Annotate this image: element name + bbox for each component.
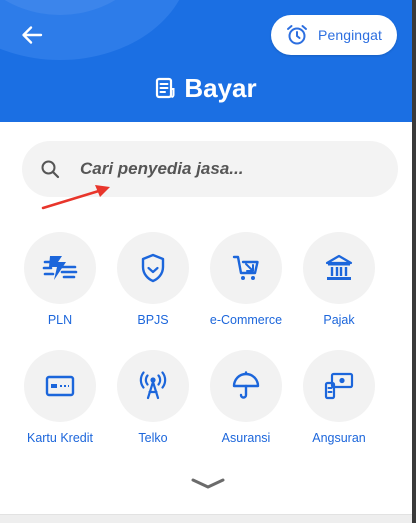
window-edge — [412, 0, 416, 523]
category-row: Kartu Kredit Telko Asuransi Angsuran — [22, 350, 394, 460]
broadcast-tower-icon — [139, 371, 167, 400]
alarm-clock-icon — [287, 25, 307, 45]
shield-icon — [141, 253, 165, 283]
icon-circle — [24, 350, 96, 422]
category-label: Angsuran — [312, 431, 366, 445]
title-group: Bayar — [0, 70, 412, 106]
category-label: Asuransi — [221, 431, 271, 445]
umbrella-icon — [232, 371, 260, 399]
red-arrow-icon — [41, 185, 110, 210]
reminder-button[interactable]: Pengingat — [271, 15, 397, 55]
icon-circle — [117, 350, 189, 422]
icon-circle — [210, 350, 282, 422]
category-angsuran[interactable]: Angsuran — [291, 350, 387, 445]
arrow-left-icon — [22, 26, 43, 44]
icon-circle — [117, 232, 189, 304]
search-placeholder: Cari penyedia jasa... — [80, 159, 244, 178]
category-asuransi[interactable]: Asuransi — [198, 350, 294, 445]
search-icon — [41, 160, 60, 179]
expand-button[interactable] — [188, 474, 228, 494]
back-button[interactable] — [14, 20, 50, 50]
next-section-edge — [0, 514, 412, 523]
government-building-icon — [325, 254, 353, 280]
icon-circle — [303, 350, 375, 422]
category-kartu-kredit[interactable]: Kartu Kredit — [12, 350, 108, 445]
payment-screen: Pengingat Bayar Cari penyedia jasa... PL… — [0, 0, 416, 523]
category-ecommerce[interactable]: e-Commerce — [198, 232, 294, 327]
category-row: PLN BPJS e-Commerce Pajak — [22, 232, 394, 342]
category-label: PLN — [47, 313, 73, 327]
page-title: Bayar — [184, 72, 257, 103]
electricity-icon — [42, 256, 78, 280]
shopping-cart-icon — [232, 255, 259, 280]
category-label: BPJS — [137, 313, 169, 327]
reminder-label: Pengingat — [318, 27, 382, 43]
icon-circle — [210, 232, 282, 304]
receipt-icon — [156, 77, 175, 99]
credit-card-icon — [45, 375, 75, 397]
category-label: e-Commerce — [209, 313, 283, 327]
category-label: Telko — [138, 431, 168, 445]
icon-circle — [24, 232, 96, 304]
category-pln[interactable]: PLN — [12, 232, 108, 327]
category-label: Kartu Kredit — [26, 431, 93, 445]
category-label: Pajak — [323, 313, 355, 327]
installment-icon — [324, 372, 354, 400]
chevron-down-icon — [191, 478, 225, 489]
category-bpjs[interactable]: BPJS — [105, 232, 201, 327]
header: Pengingat Bayar — [0, 0, 412, 122]
icon-circle — [303, 232, 375, 304]
category-pajak[interactable]: Pajak — [291, 232, 387, 327]
category-telko[interactable]: Telko — [105, 350, 201, 445]
